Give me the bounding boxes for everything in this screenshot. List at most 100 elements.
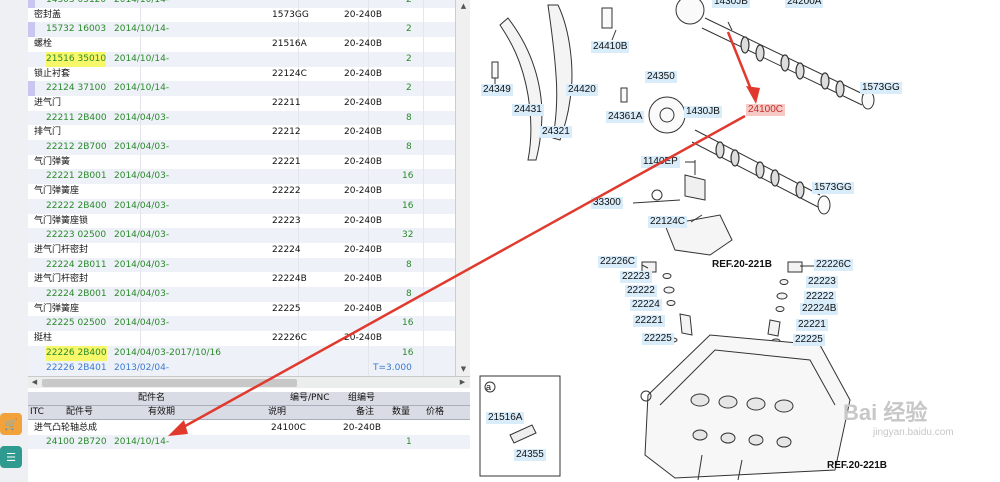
part-ref-no: 22225 xyxy=(272,303,301,314)
selected-part-name-row[interactable]: 进气凸轮轴总成 24100C 20-240B xyxy=(28,421,470,435)
column-divider xyxy=(298,110,299,126)
part-model: 20-240B xyxy=(344,97,383,108)
column-divider xyxy=(140,184,141,200)
part-code-row[interactable]: 22225 02500 2014/04/03- 16 xyxy=(28,316,455,333)
part-name-row[interactable]: 螺栓 21516A 20-240B xyxy=(28,37,455,54)
label-1573GG[interactable]: 1573GG xyxy=(812,182,854,194)
part-model: 20-240B xyxy=(344,186,383,197)
part-number: 15732 16003 xyxy=(46,24,107,35)
part-validity: 2014/04/03- xyxy=(114,289,170,299)
label-33300[interactable]: 33300 xyxy=(591,197,623,209)
label-22124C[interactable]: 22124C xyxy=(648,216,688,228)
column-divider xyxy=(140,154,141,170)
label-22223-right[interactable]: 22223 xyxy=(806,276,838,288)
label-22225-left[interactable]: 22225 xyxy=(642,333,674,345)
part-name-row[interactable]: 排气门 22212 20-240B xyxy=(28,125,455,142)
part-code-row[interactable]: 22223 02500 2014/04/03- 32 xyxy=(28,228,455,245)
column-divider xyxy=(423,272,424,288)
selected-part-code-row[interactable]: 24100 2B720 2014/10/14- 1 xyxy=(28,435,470,449)
part-name-row[interactable]: 气门弹簧座 22222 20-240B xyxy=(28,184,455,201)
label-22226C-left[interactable]: 22226C xyxy=(598,256,638,268)
column-divider xyxy=(423,331,424,347)
label-24410B[interactable]: 24410B xyxy=(591,41,630,53)
part-code-row[interactable]: 22124 37100 2014/10/14- 2 xyxy=(28,81,455,98)
part-quantity: 16 xyxy=(402,171,414,182)
part-number: 22211 2B400 xyxy=(46,112,107,123)
part-name-row[interactable]: 进气门 22211 20-240B xyxy=(28,95,455,112)
column-divider xyxy=(423,242,424,258)
label-22226C-right[interactable]: 22226C xyxy=(814,259,854,271)
part-ref-no: 22226C xyxy=(272,333,307,344)
cart-icon[interactable]: 🛒 xyxy=(0,413,22,435)
column-divider xyxy=(368,345,369,361)
part-code-row[interactable]: 22221 2B001 2014/04/03- 16 xyxy=(28,169,455,186)
label-22224-left[interactable]: 22224 xyxy=(630,299,662,311)
header-price: 价格 xyxy=(426,407,445,417)
label-21516A[interactable]: 21516A xyxy=(486,412,525,424)
watermark-url: jingyan.baidu.com xyxy=(873,427,954,438)
label-24321[interactable]: 24321 xyxy=(540,126,572,138)
label-24420[interactable]: 24420 xyxy=(566,84,598,96)
part-code-row[interactable]: 15732 16003 2014/10/14- 2 xyxy=(28,22,455,39)
scroll-down-icon[interactable]: ▼ xyxy=(458,364,469,375)
scroll-up-icon[interactable]: ▲ xyxy=(458,1,469,12)
column-divider xyxy=(423,154,424,170)
part-code-row[interactable]: 22224 2B001 2014/04/03- 8 xyxy=(28,287,455,303)
part-name-row[interactable]: 进气门杆密封 22224 20-240B xyxy=(28,242,455,259)
part-name: 挺柱 xyxy=(34,333,53,344)
part-number: 22221 2B001 xyxy=(46,171,107,182)
label-1430JB-top[interactable]: 1430JB xyxy=(712,0,750,8)
column-divider xyxy=(423,22,424,38)
label-1430JB[interactable]: 1430JB xyxy=(684,106,722,118)
part-quantity: 8 xyxy=(406,259,412,270)
part-code-row[interactable]: 22212 2B700 2014/04/03- 8 xyxy=(28,140,455,156)
label-1573GG-top[interactable]: 1573GG xyxy=(860,82,902,94)
part-code-row[interactable]: 21516 35010 2014/10/14- 2 xyxy=(28,51,455,68)
part-code-row[interactable]: 22222 2B400 2014/04/03- 16 xyxy=(28,198,455,215)
part-ref-no: 1573GG xyxy=(272,9,309,20)
part-name-row[interactable]: 挺柱 22226C 20-240B xyxy=(28,331,455,348)
part-code-row[interactable]: 22226 2B401 2013/02/04- T=3.000 xyxy=(28,360,455,376)
part-name-row[interactable]: 气门弹簧 22221 20-240B xyxy=(28,154,455,171)
label-24431[interactable]: 24431 xyxy=(512,104,544,116)
column-divider xyxy=(368,110,369,126)
label-24355[interactable]: 24355 xyxy=(514,449,546,461)
label-24100C[interactable]: 24100C xyxy=(746,104,786,116)
label-ref-top[interactable]: REF.20-221B xyxy=(710,259,774,271)
label-24361A[interactable]: 24361A xyxy=(606,111,645,123)
part-name-row[interactable]: 气门弹簧座 22225 20-240B xyxy=(28,301,455,318)
label-22225-right[interactable]: 22225 xyxy=(793,334,825,346)
part-model: 20-240B xyxy=(344,127,383,138)
label-22223-left[interactable]: 22223 xyxy=(620,271,652,283)
part-quantity: 16 xyxy=(402,347,414,358)
label-22222-right[interactable]: 22222 xyxy=(804,291,836,303)
part-name-row[interactable]: 进气门杆密封 22224B 20-240B xyxy=(28,272,455,289)
part-name-row[interactable]: 气门弹簧座锁 22223 20-240B xyxy=(28,213,455,230)
vertical-scrollbar[interactable]: ▲ ▼ xyxy=(455,0,471,376)
scroll-thumb[interactable] xyxy=(42,379,297,387)
list-icon[interactable]: ☰ xyxy=(0,446,22,468)
label-ref-bottom[interactable]: REF.20-221B xyxy=(825,460,889,472)
part-number: 22225 02500 xyxy=(46,318,107,329)
header-itc: ITC xyxy=(30,407,44,417)
selected-part-date: 2014/10/14- xyxy=(114,437,170,447)
part-name: 气门弹簧座 xyxy=(34,303,80,314)
part-code-row[interactable]: 22226 2B400 2014/04/03-2017/10/16 16 xyxy=(28,345,455,362)
scroll-right-icon[interactable]: ▶ xyxy=(457,377,468,388)
label-22224B-right[interactable]: 22224B xyxy=(800,303,839,315)
label-22222-left[interactable]: 22222 xyxy=(625,285,657,297)
part-name-row[interactable]: 锁止衬套 22124C 20-240B xyxy=(28,66,455,83)
part-quantity: 2 xyxy=(406,24,412,35)
scroll-left-icon[interactable]: ◀ xyxy=(29,377,40,388)
part-code-row[interactable]: 22224 2B011 2014/04/03- 8 xyxy=(28,257,455,274)
part-code-row[interactable]: 22211 2B400 2014/04/03- 8 xyxy=(28,110,455,127)
label-24349[interactable]: 24349 xyxy=(481,84,513,96)
column-divider xyxy=(423,316,424,332)
part-name-row[interactable]: 密封盖 1573GG 20-240B xyxy=(28,7,455,24)
label-22221-right[interactable]: 22221 xyxy=(796,319,828,331)
label-1140EP[interactable]: 1140EP xyxy=(641,156,680,168)
label-24350[interactable]: 24350 xyxy=(645,71,677,83)
label-24200A[interactable]: 24200A xyxy=(785,0,824,8)
label-22221-left[interactable]: 22221 xyxy=(633,315,665,327)
part-validity: 2014/04/03- xyxy=(114,112,170,123)
